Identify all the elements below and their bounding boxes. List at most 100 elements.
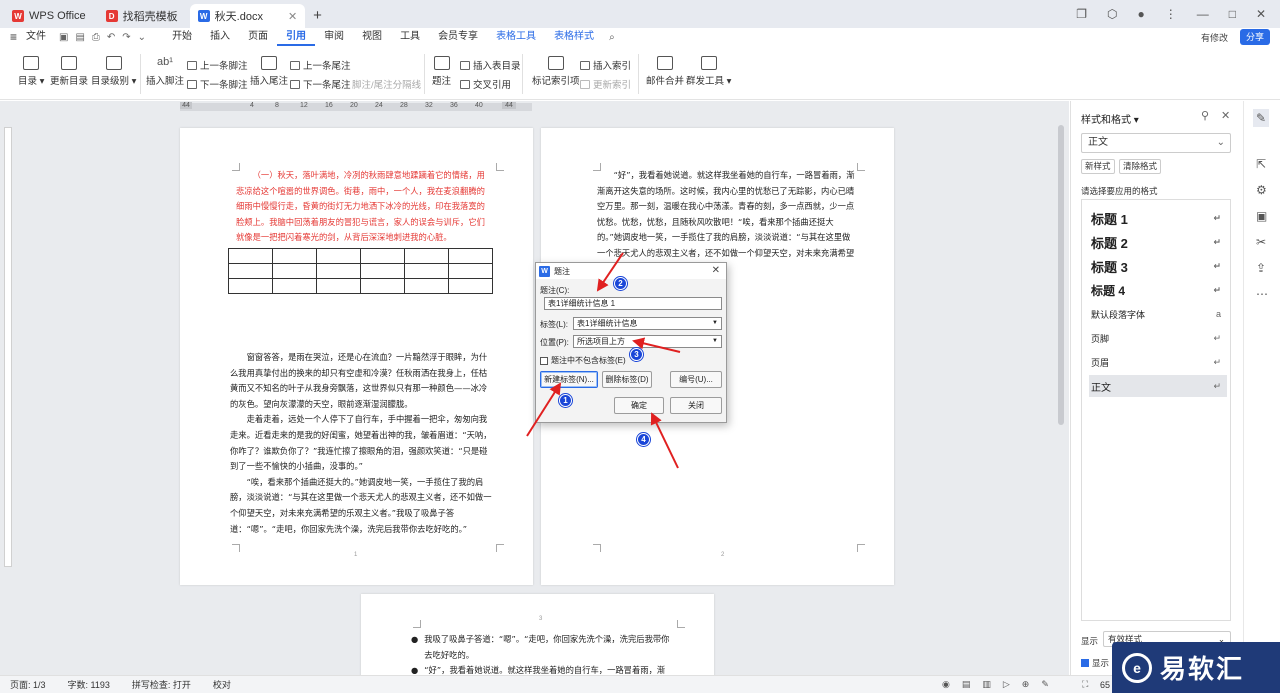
- watermark-logo: e 易软汇: [1112, 642, 1280, 693]
- document-table[interactable]: [228, 248, 493, 294]
- style-heading-2[interactable]: 标题 2 ↵: [1089, 231, 1227, 253]
- mark-index-button[interactable]: 标记索引项: [532, 56, 580, 87]
- panel-title[interactable]: 样式和格式 ▾: [1081, 111, 1139, 126]
- footnote-separator-button: 脚注/尾注分隔线: [352, 80, 422, 91]
- style-default-font[interactable]: 默认段落字体 a: [1089, 303, 1227, 325]
- new-style-button[interactable]: 新样式: [1081, 159, 1115, 174]
- update-toc-button[interactable]: 更新目录: [50, 56, 88, 87]
- next-footnote-button[interactable]: 下一条脚注: [187, 77, 248, 91]
- style-heading-1[interactable]: 标题 1 ↵: [1089, 207, 1227, 229]
- mail-merge-button[interactable]: 邮件合并: [646, 56, 684, 87]
- style-footer[interactable]: 页脚 ↵: [1089, 327, 1227, 349]
- toc-button[interactable]: 目录 ▾: [18, 56, 44, 87]
- style-normal[interactable]: 正文 ↵: [1089, 375, 1227, 397]
- label-select[interactable]: 表1详细统计信息 ▼: [573, 317, 722, 330]
- ok-button[interactable]: 确定: [614, 397, 664, 414]
- menu-table-style[interactable]: 表格样式: [545, 28, 603, 46]
- menu-table-tools[interactable]: 表格工具: [487, 28, 545, 46]
- menu-home[interactable]: 开始: [163, 28, 201, 46]
- exclude-label-checkbox[interactable]: 题注中不包含标签(E): [540, 355, 626, 366]
- zoom-level[interactable]: 65: [1100, 680, 1110, 690]
- page-number: 1: [354, 552, 358, 558]
- cube-icon[interactable]: ⬡: [1107, 7, 1117, 21]
- horizontal-ruler[interactable]: 44 4 8 12 16 20 24 28 32 36 40 44: [180, 102, 532, 111]
- page-3[interactable]: 3 ● 我吸了吸鼻子答道：“嗯”。“走吧，你回家先洗个澡，洗完后我带你去吃好吃的。…: [361, 594, 714, 684]
- tools-icon[interactable]: ✂: [1256, 235, 1266, 249]
- menu-page[interactable]: 页面: [239, 28, 277, 46]
- vertical-scrollbar[interactable]: [1058, 125, 1064, 425]
- insert-endnote-button[interactable]: 插入尾注: [250, 56, 288, 87]
- pin-icon[interactable]: ⚲: [1201, 109, 1209, 122]
- prev-endnote-icon: [290, 60, 300, 70]
- mark-index-icon: [547, 56, 564, 70]
- prev-endnote-button[interactable]: 上一条尾注: [290, 58, 351, 72]
- page-indicator[interactable]: 页面: 1/3: [10, 678, 46, 691]
- delete-label-button[interactable]: 删除标签(D): [602, 371, 652, 388]
- view-mode-icons[interactable]: ◉▤▥▷⊕✎: [942, 679, 1061, 690]
- menu-file[interactable]: 文件: [17, 28, 55, 46]
- style-heading-3[interactable]: 标题 3 ↵: [1089, 255, 1227, 277]
- update-index-button: 更新索引: [580, 77, 631, 91]
- insert-table-of-figures-button[interactable]: 插入表目录: [460, 58, 521, 72]
- menu-references[interactable]: 引用: [277, 28, 316, 46]
- close-icon[interactable]: ✕: [712, 265, 720, 276]
- prev-footnote-button[interactable]: 上一条脚注: [187, 58, 248, 72]
- menu-member[interactable]: 会员专享: [429, 28, 487, 46]
- cross-reference-button[interactable]: 交叉引用: [460, 77, 511, 91]
- next-endnote-button[interactable]: 下一条尾注: [290, 77, 351, 91]
- cross-reference-icon: [460, 79, 470, 89]
- menu-review[interactable]: 审阅: [315, 28, 353, 46]
- window-layout-icon[interactable]: ❐: [1076, 7, 1087, 21]
- caption-input[interactable]: 表1详细统计信息 1: [544, 297, 722, 310]
- vertical-ruler[interactable]: [4, 127, 12, 567]
- position-select[interactable]: 所选项目上方 ▼: [573, 335, 722, 348]
- new-tab-button[interactable]: +: [305, 4, 330, 28]
- styles-pen-icon[interactable]: ✎: [1253, 109, 1270, 127]
- numbering-button[interactable]: 编号(U)...: [670, 371, 722, 388]
- margin-corner: [677, 620, 685, 628]
- close-panel-icon[interactable]: ✕: [1221, 109, 1230, 122]
- close-button[interactable]: 关闭: [670, 397, 722, 414]
- clear-format-button[interactable]: 清除格式: [1119, 159, 1162, 174]
- insert-footnote-button[interactable]: ab¹ 插入脚注: [146, 56, 184, 87]
- tab-docer[interactable]: D 找稻壳模板: [98, 4, 186, 28]
- group-tools-button[interactable]: 群发工具 ▾: [686, 56, 731, 87]
- style-heading-4[interactable]: 标题 4 ↵: [1089, 279, 1227, 301]
- more-icon[interactable]: ⋯: [1256, 287, 1268, 301]
- close-tab-icon[interactable]: ✕: [288, 10, 297, 23]
- paragraph-text: 走着走着，远处一个人停下了自行车，手中握着一把伞，匆匆向我走来。近看走来的是我的…: [230, 414, 492, 472]
- settings-sliders-icon[interactable]: ⚙: [1256, 183, 1267, 197]
- image-icon[interactable]: ▣: [1256, 209, 1267, 223]
- new-label-button[interactable]: 新建标签(N)...: [540, 371, 598, 388]
- table-of-figures-icon: [460, 60, 470, 70]
- share-button[interactable]: 分享: [1239, 29, 1270, 45]
- select-cursor-icon[interactable]: ⇱: [1256, 157, 1266, 171]
- word-count[interactable]: 字数: 1193: [68, 678, 110, 691]
- quick-access-toolbar[interactable]: ▣▤⎙↶↷⌄: [59, 32, 153, 43]
- close-window-icon[interactable]: ✕: [1256, 7, 1266, 21]
- tab-wps-office[interactable]: W WPS Office: [4, 4, 94, 28]
- tab-document[interactable]: W 秋天.docx ✕: [189, 4, 306, 28]
- tab-label: 秋天.docx: [214, 11, 263, 23]
- search-icon[interactable]: ⌕: [609, 32, 615, 43]
- menu-insert[interactable]: 插入: [201, 28, 239, 46]
- share-icon[interactable]: ⇪: [1256, 261, 1266, 275]
- more-icon[interactable]: ⋮: [1165, 7, 1177, 21]
- page-1[interactable]: （一）秋天，落叶满地，冷冽的秋雨肆意地蹂躏着它的情绪，用悲凉给这个喧嚣的世界调色…: [180, 128, 533, 585]
- insert-index-button[interactable]: 插入索引: [580, 58, 631, 72]
- caption-button[interactable]: 题注: [432, 56, 451, 87]
- show-preview-checkbox[interactable]: 显示: [1081, 657, 1109, 669]
- proofread-button[interactable]: 校对: [213, 678, 231, 691]
- modified-status[interactable]: 有修改: [1201, 31, 1228, 44]
- hamburger-icon[interactable]: ≡: [10, 30, 17, 44]
- current-style-select[interactable]: 正文 ⌄: [1081, 133, 1231, 153]
- menu-view[interactable]: 视图: [353, 28, 391, 46]
- spellcheck-toggle[interactable]: 拼写检查: 打开: [132, 678, 191, 691]
- style-header[interactable]: 页眉 ↵: [1089, 351, 1227, 373]
- toc-level-button[interactable]: 目录级别 ▾: [91, 56, 136, 87]
- minimize-icon[interactable]: —: [1197, 7, 1209, 21]
- fit-icon[interactable]: ⛶: [1082, 679, 1088, 690]
- avatar[interactable]: ●: [1137, 7, 1144, 21]
- menu-tools[interactable]: 工具: [391, 28, 429, 46]
- maximize-icon[interactable]: □: [1229, 7, 1236, 21]
